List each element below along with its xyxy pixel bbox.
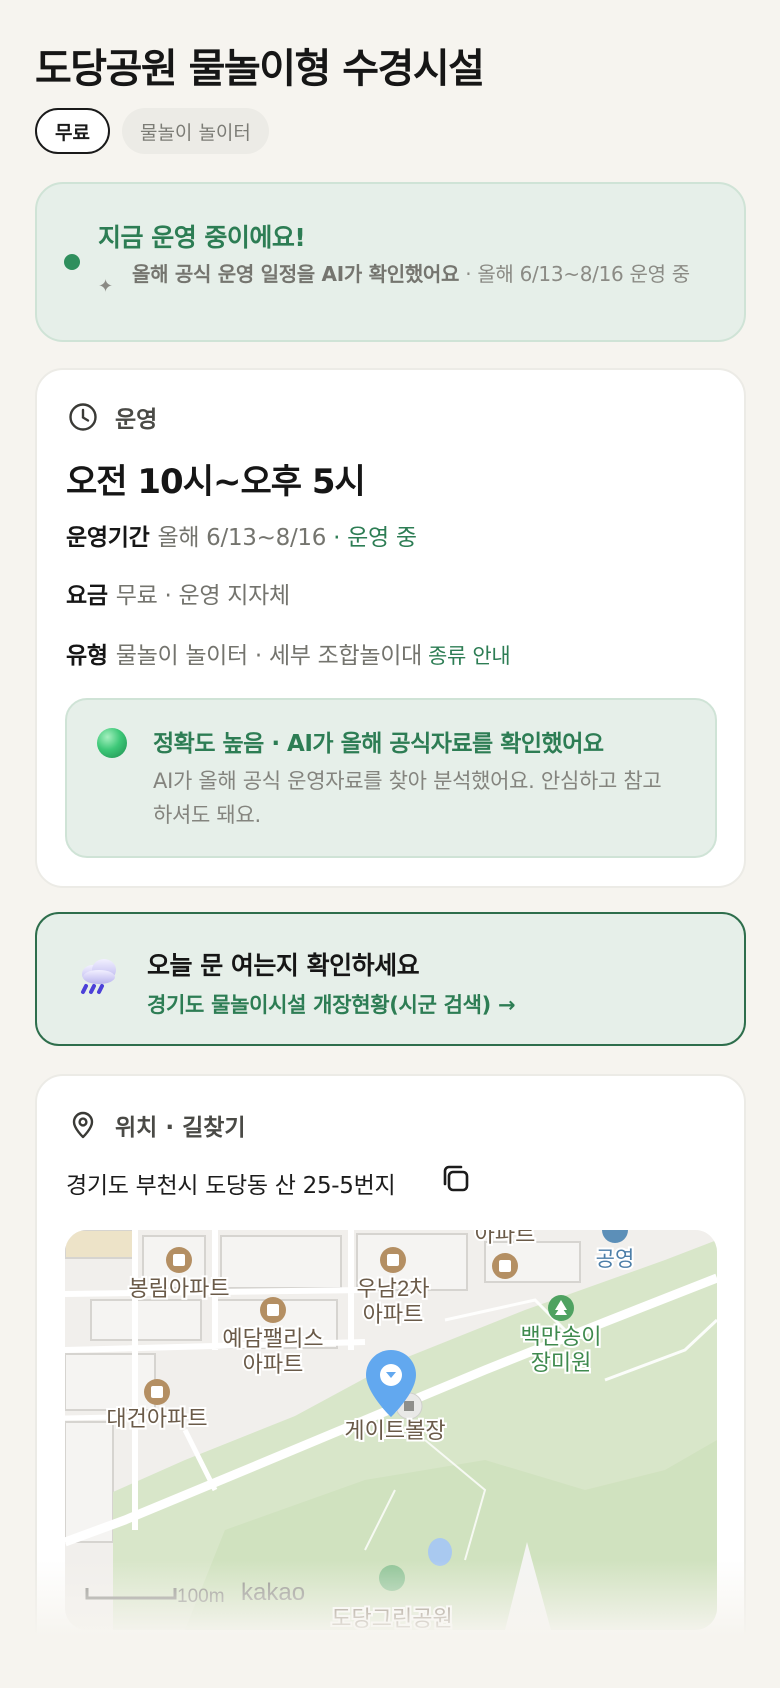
map-label-baekman-1: 백만송이 bbox=[521, 1324, 602, 1349]
page-title: 도당공원 물놀이형 수경시설 bbox=[35, 46, 485, 92]
map-label-daegun: 대건아파트 bbox=[106, 1406, 207, 1431]
location-pin-icon bbox=[72, 1111, 94, 1139]
chip-water-playground[interactable]: 물놀이 놀이터 bbox=[121, 108, 269, 154]
fee-row: 요금 무료 · 운영 지자체 bbox=[66, 576, 290, 610]
map-label-dodang: 도당그린공원 bbox=[331, 1606, 452, 1630]
route-button-stub[interactable] bbox=[64, 1656, 378, 1688]
open-status-link[interactable]: 경기도 물놀이시설 개장현황(시군 검색) → bbox=[147, 989, 516, 1019]
map-label-bongrim: 봉림아파트 bbox=[128, 1276, 229, 1301]
status-title: 지금 운영 중이에요! bbox=[98, 223, 306, 252]
status-desc-rest: · 올해 6/13~8/16 운영 중 bbox=[459, 262, 690, 286]
location-card: 위치 · 길찾기 경기도 부천시 도당동 산 25-5번지 봉림아파트 우남2차… bbox=[35, 1074, 746, 1688]
address-text: 경기도 부천시 도당동 산 25-5번지 bbox=[66, 1173, 396, 1199]
share-button-stub[interactable] bbox=[400, 1656, 714, 1688]
map-label-umnam-2: 아파트 bbox=[363, 1302, 424, 1327]
fee-label: 요금 bbox=[66, 583, 108, 609]
rain-cloud-icon bbox=[81, 959, 116, 994]
map-label-baekman-2: 장미원 bbox=[531, 1350, 592, 1375]
status-card: 지금 운영 중이에요! ✦ 올해 공식 운영 일정을 AI가 확인했어요 · 올… bbox=[35, 182, 746, 342]
open-check-card[interactable]: 오늘 문 여는지 확인하세요 경기도 물놀이시설 개장현황(시군 검색) → bbox=[35, 912, 746, 1046]
map-label-yedam-2: 아파트 bbox=[243, 1352, 304, 1377]
status-desc-strong: 올해 공식 운영 일정을 AI가 확인했어요 bbox=[132, 262, 460, 286]
chip-free[interactable]: 무료 bbox=[35, 108, 110, 154]
operation-card: 운영 오전 10시~오후 5시 운영기간 올해 6/13~8/16 · 운영 중 … bbox=[35, 368, 746, 888]
location-map[interactable]: 봉림아파트 우남2차 아파트 아파트 예담팰리스 아파트 대건아파트 게이트볼장… bbox=[65, 1230, 717, 1630]
period-value: 올해 6/13~8/16 bbox=[157, 525, 327, 551]
open-check-title: 오늘 문 여는지 확인하세요 bbox=[147, 951, 420, 980]
accuracy-orb-icon bbox=[97, 728, 127, 758]
operation-heading-label: 운영 bbox=[115, 407, 158, 433]
type-detail: · 세부 조합놀이대 bbox=[254, 643, 422, 669]
map-scale-label: 100m bbox=[177, 1586, 225, 1607]
period-status: · 운영 중 bbox=[333, 525, 417, 551]
map-logo: kakao bbox=[241, 1579, 305, 1606]
accuracy-description: AI가 올해 공식 운영자료를 찾아 분석했어요. 안심하고 참고하셔도 돼요. bbox=[153, 769, 662, 827]
status-dot-icon bbox=[64, 254, 80, 270]
accuracy-box: 정확도 높음 · AI가 올해 공식자료를 확인했어요 AI가 올해 공식 운영… bbox=[65, 698, 717, 858]
copy-icon[interactable] bbox=[439, 1162, 473, 1196]
accuracy-title: 정확도 높음 · AI가 올해 공식자료를 확인했어요 bbox=[153, 731, 604, 757]
type-label: 유형 bbox=[66, 643, 108, 669]
map-label-gatebol: 게이트볼장 bbox=[344, 1418, 445, 1443]
map-canvas[interactable]: 봉림아파트 우남2차 아파트 아파트 예담팰리스 아파트 대건아파트 게이트볼장… bbox=[65, 1230, 717, 1630]
map-label-yedam-1: 예담팰리스 bbox=[222, 1326, 323, 1351]
type-row: 유형 물놀이 놀이터 · 세부 조합놀이대 종류 안내 bbox=[66, 636, 511, 670]
status-description: 올해 공식 운영 일정을 AI가 확인했어요 · 올해 6/13~8/16 운영… bbox=[132, 260, 722, 288]
sparkle-icon: ✦ bbox=[98, 276, 114, 297]
period-row: 운영기간 올해 6/13~8/16 · 운영 중 bbox=[66, 518, 417, 552]
map-label-apt-top: 아파트 bbox=[475, 1230, 536, 1247]
map-label-umnam-1: 우남2차 bbox=[357, 1276, 430, 1301]
operation-heading: 운영 bbox=[67, 400, 157, 434]
type-value: 물놀이 놀이터 bbox=[115, 643, 248, 669]
fee-value: 무료 · 운영 지자체 bbox=[115, 583, 290, 609]
location-heading: 위치 · 길찾기 bbox=[67, 1108, 246, 1142]
type-guide-link[interactable]: 종류 안내 bbox=[428, 644, 511, 668]
location-heading-label: 위치 · 길찾기 bbox=[115, 1115, 246, 1141]
map-label-gongyeong: 공영 bbox=[596, 1248, 635, 1271]
chip-group: 무료 물놀이 놀이터 bbox=[35, 108, 269, 154]
clock-icon bbox=[69, 403, 97, 431]
period-label: 운영기간 bbox=[66, 525, 150, 551]
operating-hours: 오전 10시~오후 5시 bbox=[66, 462, 366, 502]
